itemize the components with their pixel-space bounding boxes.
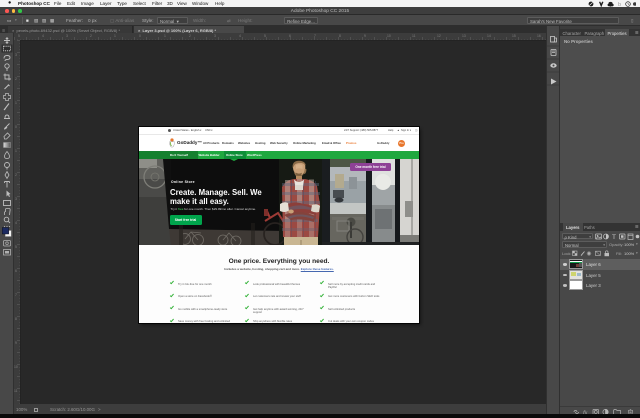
svg-text:T: T bbox=[612, 233, 616, 239]
